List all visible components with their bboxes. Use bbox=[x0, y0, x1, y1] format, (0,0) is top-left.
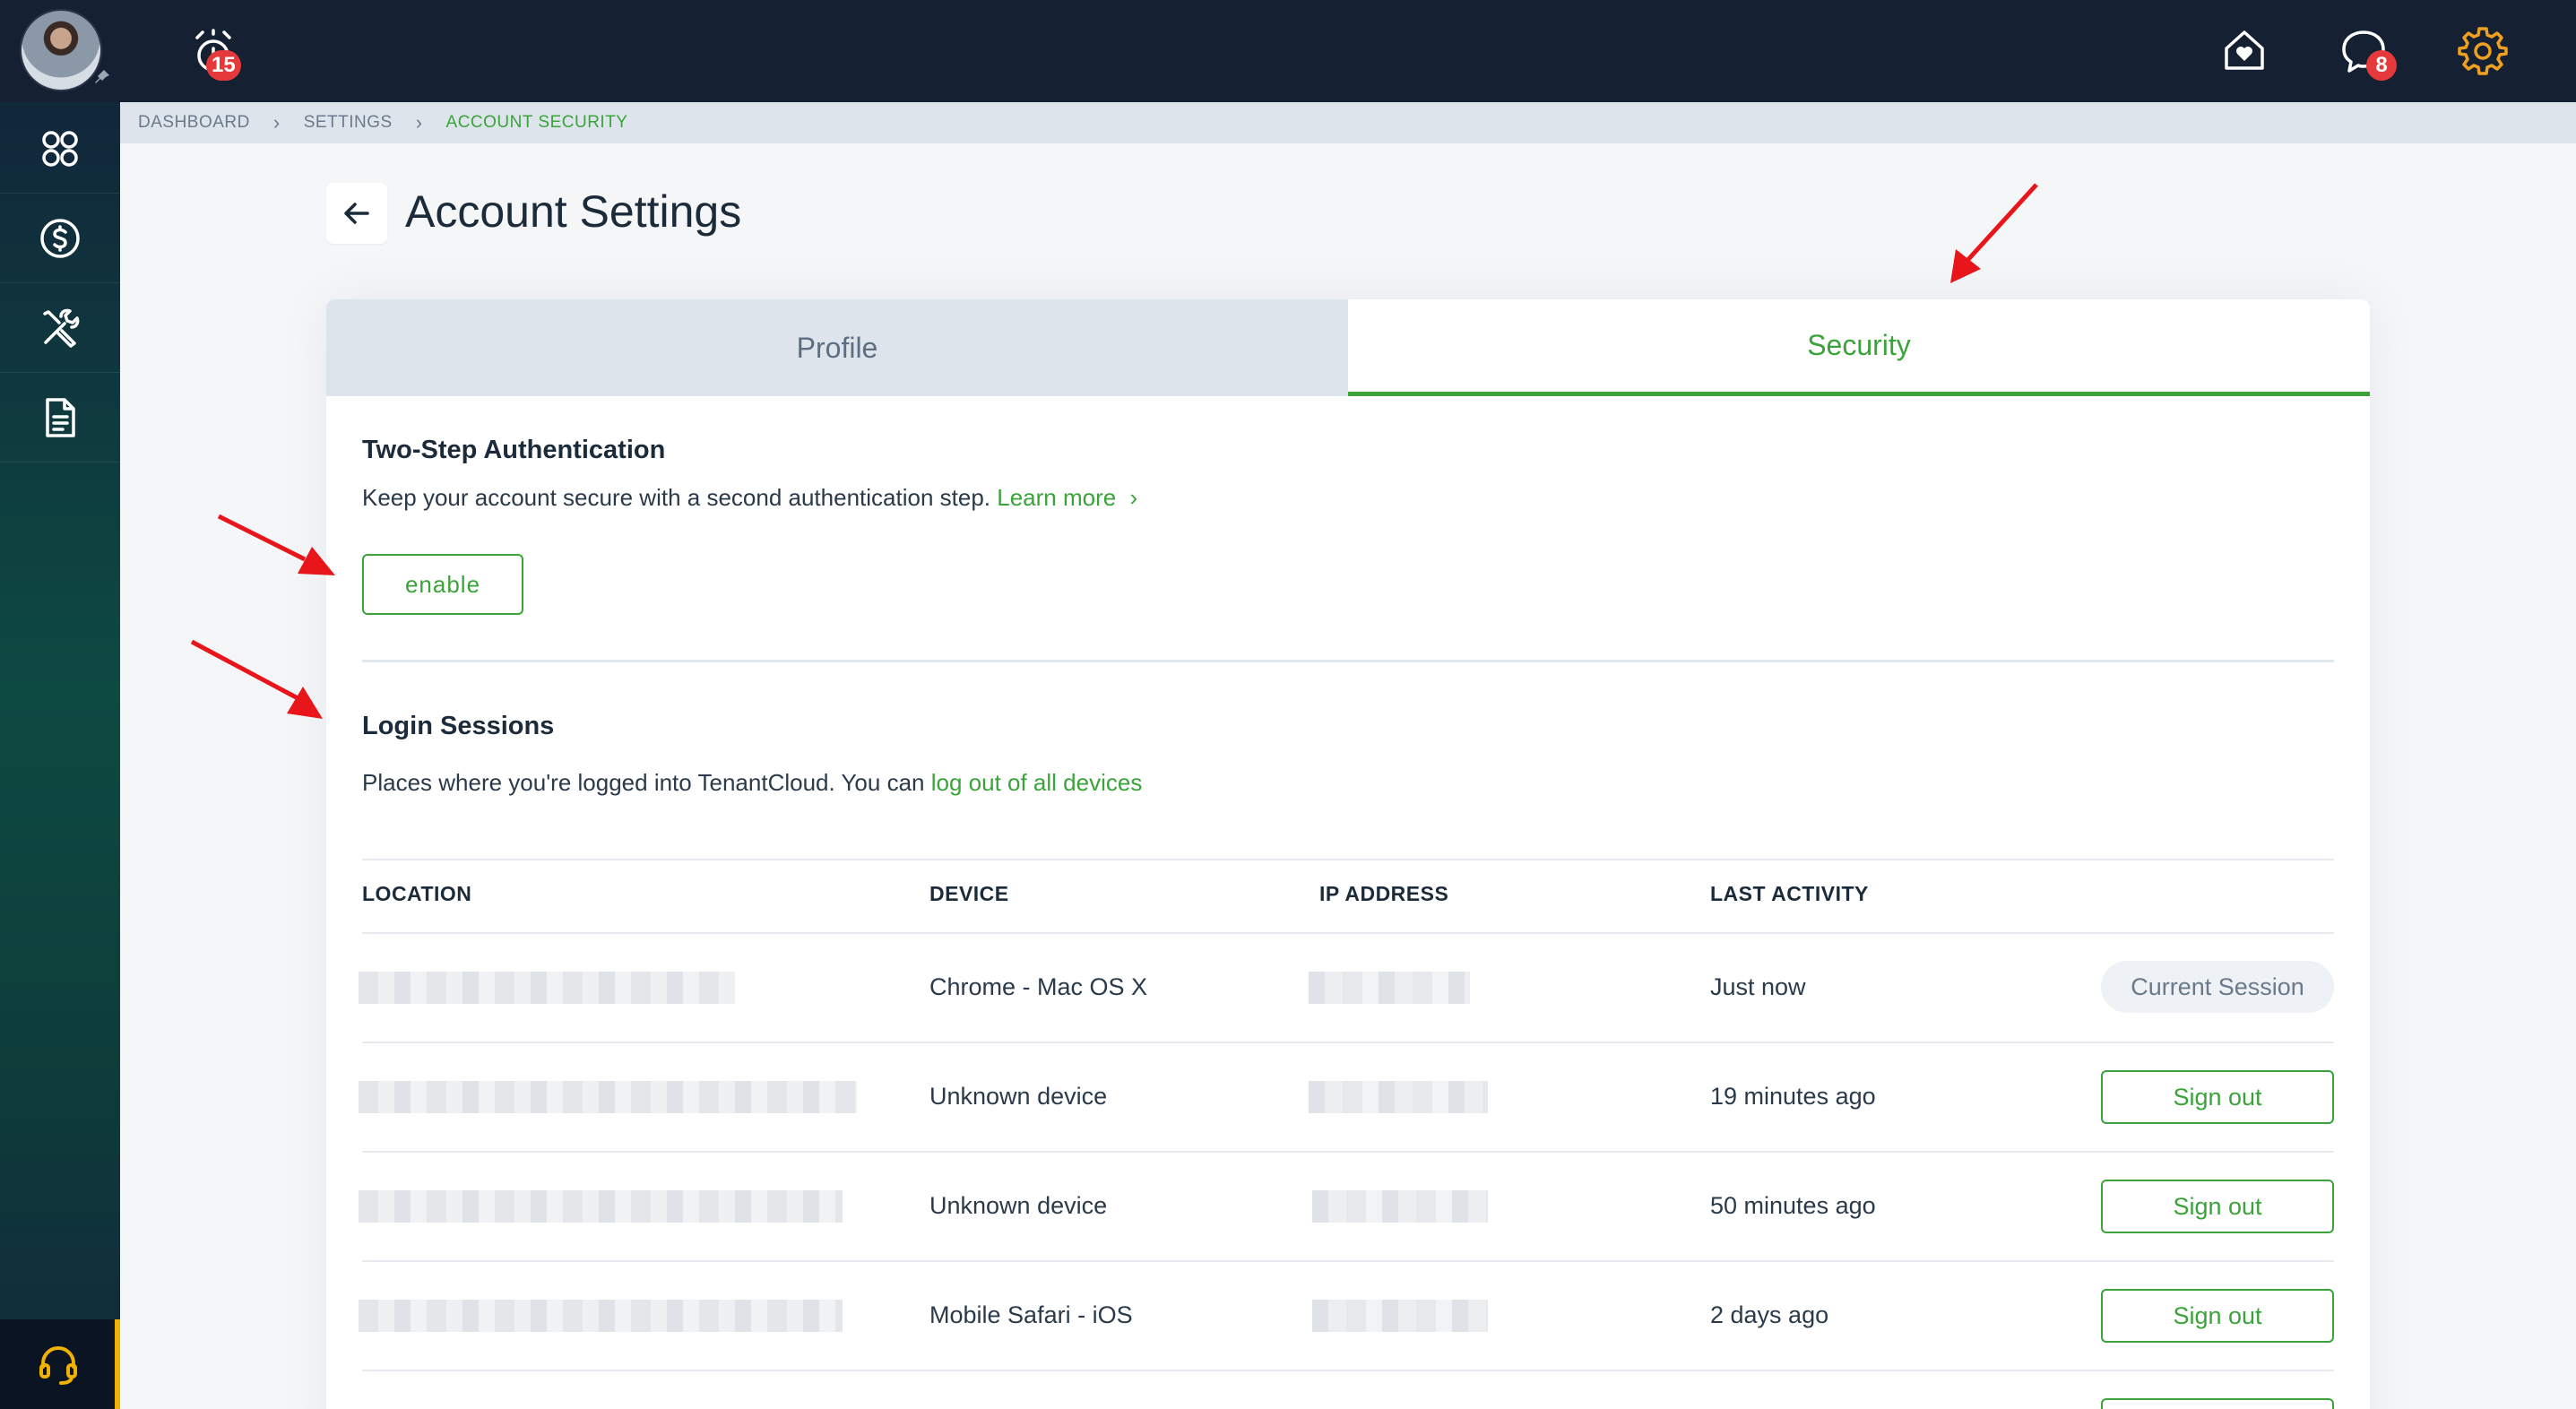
page-title: Account Settings bbox=[405, 186, 742, 237]
annotation-arrow-enable bbox=[217, 514, 335, 575]
back-button[interactable] bbox=[326, 183, 387, 244]
support-accent-edge bbox=[115, 1319, 120, 1409]
redacted-location bbox=[359, 1190, 843, 1223]
sidebar bbox=[0, 102, 120, 1409]
annotation-arrow-sessions bbox=[190, 639, 323, 719]
logout-all-devices-link[interactable]: log out of all devices bbox=[931, 769, 1143, 796]
sign-out-button[interactable]: Sign out bbox=[2101, 1070, 2334, 1124]
chevron-right-icon[interactable]: › bbox=[1129, 484, 1137, 511]
dollar-icon bbox=[40, 218, 80, 258]
sign-out-button-partial[interactable] bbox=[2101, 1398, 2334, 1409]
redacted-ip bbox=[1309, 972, 1470, 1004]
table-row-border bbox=[362, 1151, 2334, 1153]
breadcrumb-account-security: ACCOUNT SECURITY bbox=[445, 113, 628, 132]
chat-badge: 8 bbox=[2366, 50, 2397, 81]
home-heart-icon[interactable] bbox=[2219, 25, 2269, 75]
learn-more-link[interactable]: Learn more bbox=[997, 484, 1116, 511]
session-device: Chrome - Mac OS X bbox=[929, 973, 1148, 1000]
tab-security[interactable]: Security bbox=[1348, 299, 2370, 396]
session-device: Unknown device bbox=[929, 1083, 1108, 1110]
two-step-description-text: Keep your account secure with a second a… bbox=[362, 484, 990, 511]
breadcrumb-separator: › bbox=[415, 111, 423, 134]
annotation-arrow-security bbox=[1950, 183, 2038, 283]
user-avatar[interactable] bbox=[20, 9, 102, 91]
redacted-ip bbox=[1312, 1300, 1488, 1332]
session-last-activity: 50 minutes ago bbox=[1710, 1192, 1876, 1219]
settings-card: Profile Security Two-Step Authentication… bbox=[326, 299, 2370, 1409]
login-sessions-title: Login Sessions bbox=[362, 712, 555, 740]
session-device: Mobile Safari - iOS bbox=[929, 1301, 1133, 1328]
current-session-badge: Current Session bbox=[2101, 961, 2334, 1013]
two-step-description: Keep your account secure with a second a… bbox=[362, 484, 1137, 512]
sidebar-item-documents[interactable] bbox=[0, 373, 120, 462]
sign-out-button[interactable]: Sign out bbox=[2101, 1289, 2334, 1343]
redacted-ip bbox=[1312, 1190, 1488, 1223]
tools-icon bbox=[43, 308, 80, 348]
tab-profile[interactable]: Profile bbox=[326, 299, 1348, 396]
login-sessions-description: Places where you're logged into TenantCl… bbox=[362, 769, 1142, 797]
login-sessions-description-text: Places where you're logged into TenantCl… bbox=[362, 769, 925, 796]
dashboard-grid-icon bbox=[42, 130, 78, 167]
breadcrumb-separator: › bbox=[272, 111, 281, 134]
redacted-location bbox=[359, 1300, 843, 1332]
section-divider bbox=[362, 660, 2334, 662]
table-row-border bbox=[362, 1042, 2334, 1043]
redacted-location bbox=[359, 972, 735, 1004]
gear-icon[interactable] bbox=[2456, 23, 2510, 77]
table-row-border bbox=[362, 1260, 2334, 1262]
sign-out-button[interactable]: Sign out bbox=[2101, 1180, 2334, 1233]
two-step-title: Two-Step Authentication bbox=[362, 436, 666, 464]
top-bar: 15 8 bbox=[0, 0, 2576, 102]
column-header-device: DEVICE bbox=[929, 882, 1009, 905]
table-top-border bbox=[362, 859, 2334, 860]
sidebar-item-dashboard[interactable] bbox=[0, 104, 120, 194]
session-last-activity: Just now bbox=[1710, 973, 1806, 1000]
column-header-last-activity: LAST ACTIVITY bbox=[1710, 882, 1869, 905]
document-icon bbox=[46, 397, 75, 437]
table-header-border bbox=[362, 932, 2334, 934]
column-header-location: LOCATION bbox=[362, 882, 472, 905]
breadcrumb-settings[interactable]: SETTINGS bbox=[304, 113, 393, 133]
enable-two-step-button[interactable]: enable bbox=[362, 554, 523, 615]
breadcrumb: DASHBOARD › SETTINGS › ACCOUNT SECURITY bbox=[120, 102, 2576, 143]
column-header-ip: IP ADDRESS bbox=[1319, 882, 1449, 905]
sidebar-item-maintenance[interactable] bbox=[0, 283, 120, 373]
support-button[interactable] bbox=[0, 1319, 117, 1409]
sidebar-item-finance[interactable] bbox=[0, 194, 120, 283]
redacted-location bbox=[359, 1081, 857, 1113]
redacted-ip bbox=[1309, 1081, 1488, 1113]
breadcrumb-dashboard[interactable]: DASHBOARD bbox=[138, 113, 250, 133]
session-last-activity: 19 minutes ago bbox=[1710, 1083, 1876, 1110]
table-row-border bbox=[362, 1370, 2334, 1371]
session-device: Unknown device bbox=[929, 1192, 1108, 1219]
headset-icon bbox=[39, 1346, 77, 1385]
alarm-badge: 15 bbox=[206, 50, 241, 81]
pin-icon bbox=[95, 70, 109, 83]
session-last-activity: 2 days ago bbox=[1710, 1301, 1829, 1328]
back-arrow-icon bbox=[344, 203, 369, 224]
